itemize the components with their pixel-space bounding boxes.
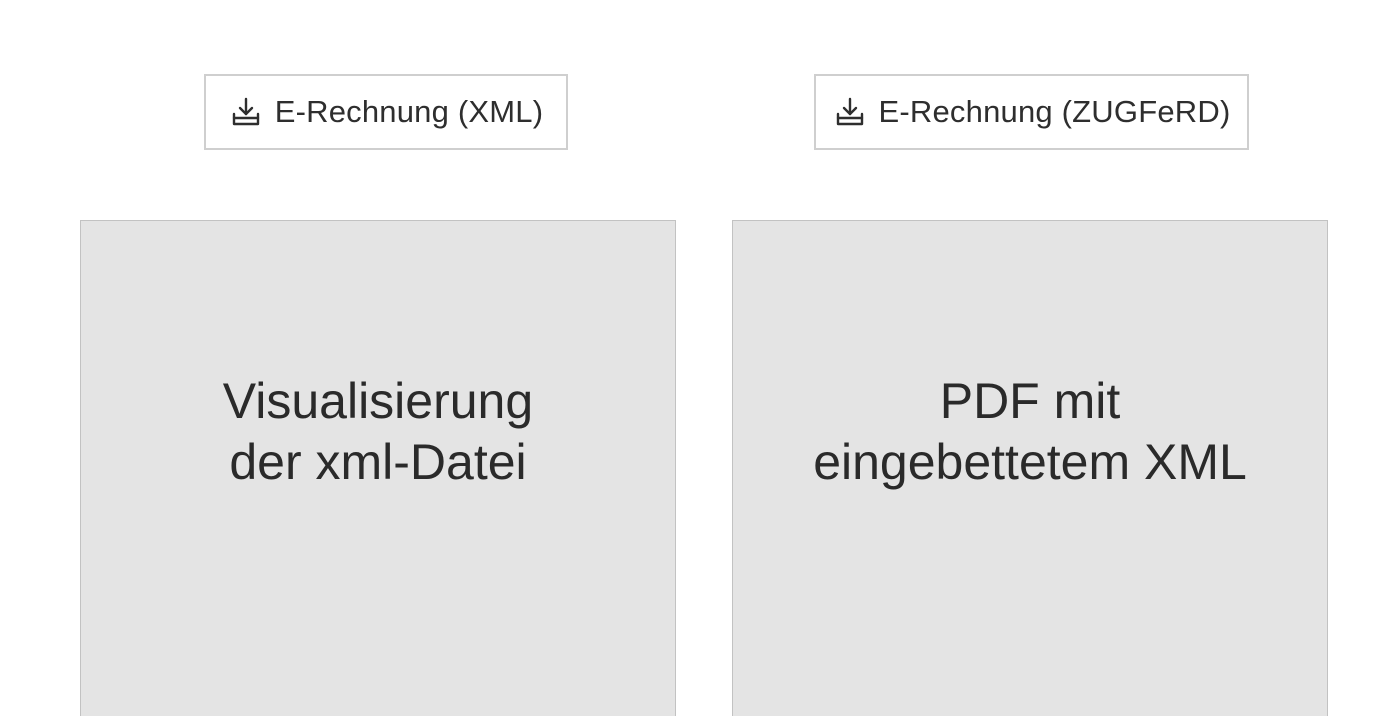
invoice-download-page: E-Rechnung (XML) E-Rechnung (ZUGFeRD) Vi… <box>0 0 1400 716</box>
xml-visualization-preview: Visualisierung der xml-Datei <box>80 220 676 716</box>
zugferd-preview-line-1: PDF mit <box>939 373 1121 429</box>
download-xml-label: E-Rechnung (XML) <box>274 94 544 129</box>
xml-preview-caption: Visualisierung der xml-Datei <box>223 371 533 493</box>
xml-preview-line-2: der xml-Datei <box>229 434 527 490</box>
download-tray-icon <box>833 95 867 129</box>
download-zugferd-label: E-Rechnung (ZUGFeRD) <box>878 94 1231 129</box>
download-zugferd-button[interactable]: E-Rechnung (ZUGFeRD) <box>814 74 1249 150</box>
zugferd-pdf-preview: PDF mit eingebettetem XML <box>732 220 1328 716</box>
zugferd-preview-caption: PDF mit eingebettetem XML <box>813 371 1247 493</box>
zugferd-preview-line-2: eingebettetem XML <box>813 434 1247 490</box>
xml-preview-line-1: Visualisierung <box>222 373 534 429</box>
download-xml-button[interactable]: E-Rechnung (XML) <box>204 74 568 150</box>
download-tray-icon <box>229 95 263 129</box>
